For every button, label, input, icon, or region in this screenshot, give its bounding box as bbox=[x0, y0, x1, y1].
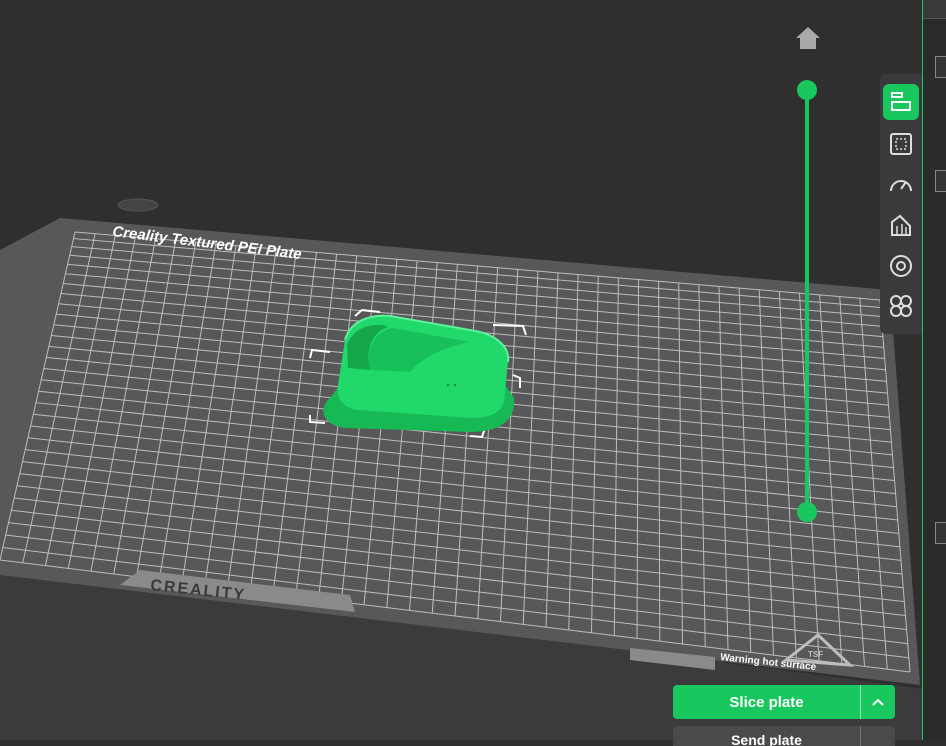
home-icon bbox=[796, 27, 820, 49]
toolbar-clover-button[interactable] bbox=[883, 288, 919, 324]
home-view-button[interactable] bbox=[792, 22, 824, 54]
toolbar-layers-button[interactable] bbox=[883, 84, 919, 120]
send-options-button[interactable] bbox=[861, 726, 895, 746]
layer-slider-upper-handle[interactable] bbox=[797, 80, 817, 100]
toolbar-speed-button[interactable] bbox=[883, 167, 919, 203]
side-panel-header bbox=[923, 0, 946, 19]
right-toolbar bbox=[880, 74, 922, 334]
clover-icon bbox=[890, 295, 912, 317]
side-panel-marker bbox=[935, 56, 946, 78]
layers-icon bbox=[891, 92, 911, 111]
slice-options-button[interactable] bbox=[861, 685, 895, 719]
slice-plate-label: Slice plate bbox=[673, 685, 861, 719]
send-plate-button[interactable]: Send plate bbox=[673, 726, 895, 746]
side-panel-marker bbox=[935, 170, 946, 192]
slice-plate-button[interactable]: Slice plate bbox=[673, 685, 895, 719]
bounding-box-icon bbox=[890, 133, 912, 155]
3d-viewport[interactable]: Creality Textured PEI Plate CREALITY War… bbox=[0, 0, 946, 740]
send-plate-label: Send plate bbox=[673, 726, 861, 746]
svg-text:TSF: TSF bbox=[808, 650, 823, 659]
toolbar-support-button[interactable] bbox=[883, 207, 919, 243]
target-icon bbox=[890, 255, 912, 277]
chevron-up-icon bbox=[872, 698, 884, 706]
support-icon bbox=[891, 214, 911, 236]
layer-slider-lower-handle[interactable] bbox=[797, 502, 817, 522]
side-panel-edge bbox=[922, 0, 946, 740]
speed-gauge-icon bbox=[890, 180, 912, 192]
toolbar-target-button[interactable] bbox=[883, 248, 919, 284]
plate-origin-marker bbox=[117, 198, 159, 212]
build-plate-scene: Creality Textured PEI Plate CREALITY War… bbox=[0, 90, 930, 740]
side-panel-marker bbox=[935, 522, 946, 544]
toolbar-bounding-box-button[interactable] bbox=[883, 126, 919, 162]
